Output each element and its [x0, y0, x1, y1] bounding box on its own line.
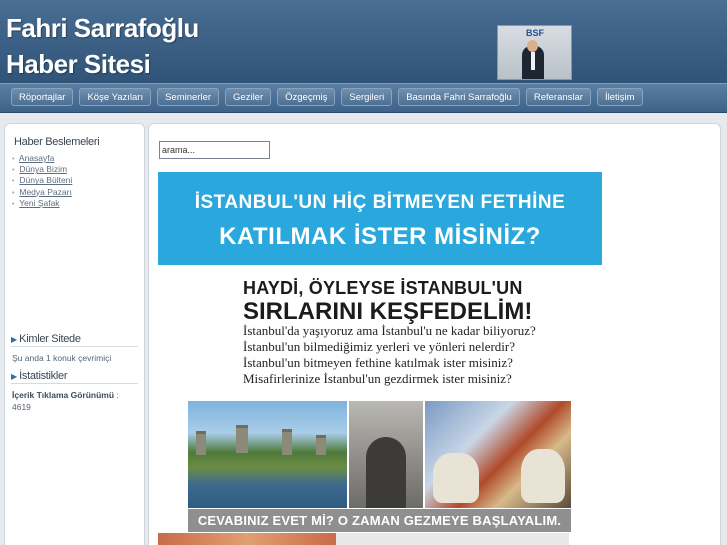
feed-link-medya-pazari[interactable]: Medya Pazarı: [19, 187, 71, 197]
bullet-icon: •: [12, 200, 15, 208]
tile-pattern: [158, 533, 336, 545]
site-title[interactable]: Fahri Sarrafoğlu Haber Sitesi: [6, 10, 199, 82]
horse-shape: [521, 449, 565, 503]
triangle-right-icon: ▶: [11, 371, 18, 381]
triangle-right-icon: ▶: [11, 334, 18, 344]
feed-item: • Medya Pazarı: [12, 187, 72, 198]
promo-banner[interactable]: İSTANBUL'UN HİÇ BİTMEYEN FETHİNE KATILMA…: [158, 172, 602, 265]
conquest-painting-photo: [425, 401, 571, 508]
stats-value: 4619: [12, 402, 31, 412]
promo-poster[interactable]: HAYDİ, ÖYLEYSE İSTANBUL'UN SIRLARINI KEŞ…: [158, 265, 602, 545]
stats-separator: :: [114, 390, 119, 400]
header-photo: BSF: [497, 25, 572, 80]
banner-line2: KATILMAK İSTER MİSİNİZ?: [219, 223, 541, 250]
bsf-logo: BSF: [526, 28, 544, 38]
stats-label-line: İçerik Tıklama Görünümü :: [12, 390, 119, 400]
poster-question: İstanbul'un bilmediğimiz yerleri ve yönl…: [243, 339, 516, 354]
feed-list: • Anasayfa • Dünya Bizim • Dünya Bülteni…: [12, 153, 72, 209]
nav-basinda[interactable]: Basında Fahri Sarrafoğlu: [398, 88, 520, 106]
nav-geziler[interactable]: Geziler: [225, 88, 272, 106]
main-nav: Röportajlar Köşe Yazıları Seminerler Gez…: [0, 83, 727, 113]
who-online-header: ▶ Kimler Sitede: [11, 333, 138, 347]
tower-shape: [236, 425, 248, 453]
feed-item: • Anasayfa: [12, 153, 72, 164]
poster-footer-strip: [158, 533, 602, 545]
feeds-title: Haber Beslemeleri: [14, 136, 100, 148]
nav-iletisim[interactable]: İletişim: [596, 88, 643, 106]
feed-link-dunya-bulteni[interactable]: Dünya Bülteni: [19, 175, 72, 185]
tower-shape: [316, 435, 326, 455]
poster-cta: CEVABINIZ EVET Mİ? O ZAMAN GEZMEYE BAŞLA…: [188, 509, 571, 532]
poster-headline2: SIRLARINI KEŞFEDELİM!: [243, 298, 533, 325]
site-title-line2: Haber Sitesi: [6, 49, 151, 79]
feed-link-yeni-safak[interactable]: Yeni Şafak: [19, 198, 59, 208]
search-input[interactable]: [159, 141, 270, 159]
nav-ozgecmis[interactable]: Özgeçmiş: [277, 88, 336, 106]
stats-title: İstatistikler: [19, 370, 68, 382]
poster-question: Misafirlerinize İstanbul'un gezdirmek is…: [243, 371, 512, 386]
poster-question: İstanbul'un bitmeyen fethine katılmak is…: [243, 355, 513, 370]
poster-headline1: HAYDİ, ÖYLEYSE İSTANBUL'UN: [243, 278, 523, 298]
nav-seminerler[interactable]: Seminerler: [157, 88, 220, 106]
nav-sergileri[interactable]: Sergileri: [341, 88, 393, 106]
banner-line1: İSTANBUL'UN HİÇ BİTMEYEN FETHİNE: [194, 192, 566, 213]
stats-label: İçerik Tıklama Görünümü: [12, 390, 115, 400]
nav-kose-yazilari[interactable]: Köşe Yazıları: [79, 88, 152, 106]
bosphorus-fortress-photo: [188, 401, 347, 508]
who-online-title: Kimler Sitede: [19, 333, 81, 345]
main-content: İSTANBUL'UN HİÇ BİTMEYEN FETHİNE KATILMA…: [148, 123, 721, 545]
person-face: [527, 40, 538, 52]
feed-link-dunya-bizim[interactable]: Dünya Bizim: [19, 164, 67, 174]
historic-gate-photo: [349, 401, 423, 508]
who-online-text: Şu anda 1 konuk çevrimiçi: [12, 353, 112, 363]
person-shirt: [531, 52, 535, 70]
bullet-icon: •: [12, 178, 15, 186]
tower-shape: [196, 431, 206, 455]
tower-shape: [282, 429, 292, 455]
horse-shape: [433, 453, 479, 503]
feed-item: • Dünya Bizim: [12, 164, 72, 175]
site-title-line1: Fahri Sarrafoğlu: [6, 13, 199, 43]
sidebar: Haber Beslemeleri • Anasayfa • Dünya Biz…: [4, 123, 145, 545]
grey-strip: [336, 533, 569, 545]
site-header: Fahri Sarrafoğlu Haber Sitesi BSF: [0, 0, 727, 83]
arch-shape: [366, 437, 406, 508]
feed-link-anasayfa[interactable]: Anasayfa: [19, 153, 54, 163]
feed-item: • Yeni Şafak: [12, 198, 72, 209]
stats-header: ▶ İstatistikler: [11, 370, 138, 384]
nav-referanslar[interactable]: Referanslar: [525, 88, 591, 106]
poster-question: İstanbul'da yaşıyoruz ama İstanbul'u ne …: [243, 323, 536, 338]
feed-item: • Dünya Bülteni: [12, 175, 72, 186]
nav-roportajlar[interactable]: Röportajlar: [11, 88, 74, 106]
